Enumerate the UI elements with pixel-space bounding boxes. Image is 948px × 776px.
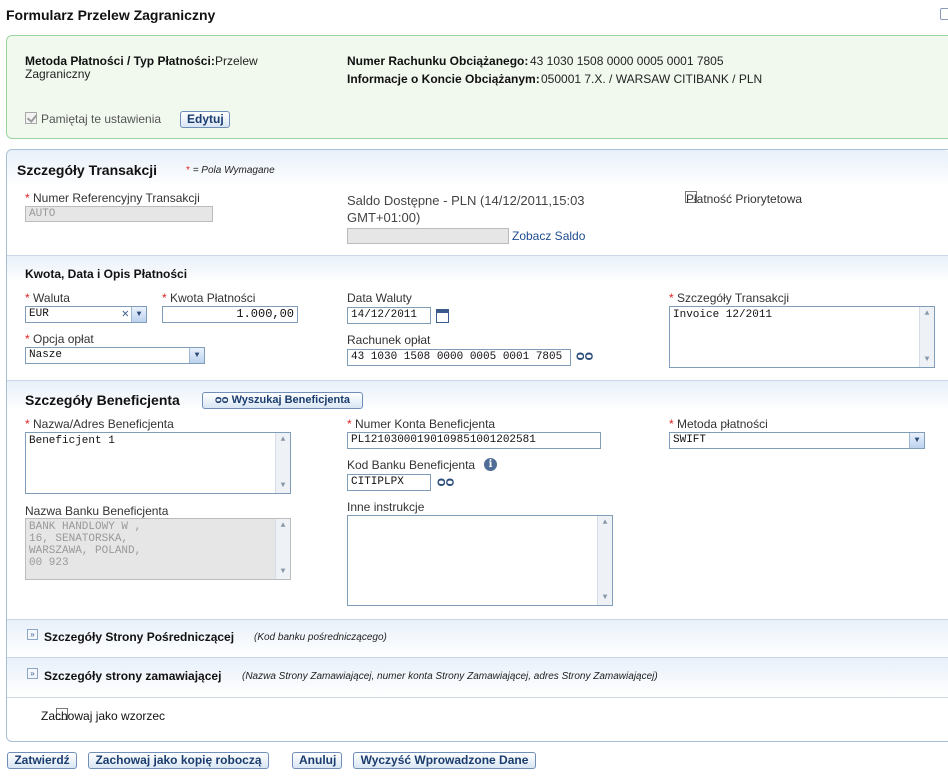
amount-label: * Kwota Płatności <box>162 291 256 305</box>
amount-subsection-title: Kwota, Data i Opis Płatności <box>25 267 188 281</box>
value-date-input[interactable]: 14/12/2011 <box>347 307 431 324</box>
fee-option-label: * Opcja opłat <box>25 332 94 346</box>
ref-number-label: * Numer Referencyjny Transakcji <box>25 191 200 205</box>
chevron-down-icon[interactable]: ▼ <box>909 433 924 448</box>
beneficiary-name-textarea[interactable]: Beneficjent 1 ▲ ▼ <box>25 432 291 494</box>
clear-form-button[interactable]: Wyczyść Wprowadzone Dane <box>353 752 536 769</box>
search-beneficiary-button[interactable]: ᴑᴑ Wyszukaj Beneficjenta <box>202 392 363 409</box>
debit-account-info-label: Informacje o Koncie Obciążanym: <box>347 72 540 86</box>
transaction-section-title: Szczegóły Transakcji <box>17 162 158 178</box>
other-instructions-label: Inne instrukcje <box>347 500 425 514</box>
edit-settings-button[interactable]: Edytuj <box>180 111 230 128</box>
payment-method-label: Metoda Płatności / Typ Płatności: <box>25 54 215 68</box>
intermediary-section-title[interactable]: Szczegóły Strony Pośredniczącej <box>44 630 234 644</box>
chevron-down-icon[interactable]: ▼ <box>189 348 204 363</box>
fee-option-select[interactable]: Nasze ▼ <box>25 347 205 364</box>
transaction-details-textarea[interactable]: Invoice 12/2011 ▲ ▼ <box>669 306 935 368</box>
vertical-scrollbar[interactable]: ▲ ▼ <box>275 433 290 493</box>
beneficiary-name-label: * Nazwa/Adres Beneficjenta <box>25 417 174 431</box>
scroll-down-icon: ▼ <box>602 593 608 602</box>
fee-account-label: Rachunek opłat <box>347 333 431 347</box>
other-instructions-textarea[interactable]: ▲ ▼ <box>347 515 613 606</box>
expand-chevron-icon[interactable]: » <box>27 668 38 679</box>
scroll-down-icon: ▼ <box>280 567 286 576</box>
remember-settings-checkbox[interactable] <box>25 112 37 124</box>
amount-input[interactable]: 1.000,00 <box>162 306 298 323</box>
info-icon[interactable]: i <box>484 458 497 471</box>
divider <box>7 697 948 698</box>
bank-name-label: Nazwa Banku Beneficjenta <box>25 504 169 518</box>
remember-settings-label: Pamiętaj te ustawienia <box>41 112 162 126</box>
bank-name-textarea: BANK HANDLOWY W , 16, SENATORSKA, WARSZA… <box>25 518 291 580</box>
value-date-label: Data Waluty <box>347 291 412 305</box>
binoculars-icon: ᴑᴑ <box>214 394 232 406</box>
balance-label-line2: GMT+01:00) <box>347 210 421 225</box>
scroll-down-icon: ▼ <box>280 481 286 490</box>
scroll-up-icon: ▲ <box>280 521 286 530</box>
binoculars-icon[interactable]: ᴑᴑ <box>576 347 593 363</box>
currency-select[interactable]: EUR ✕ ▼ <box>25 306 147 323</box>
payment-method-value-line2: Zagraniczny <box>25 67 91 81</box>
cancel-button[interactable]: Anuluj <box>292 752 342 769</box>
balance-label-line1: Saldo Dostępne - PLN (14/12/2011,15:03 <box>347 193 585 208</box>
ordering-note: (Nazwa Strony Zamawiającej, numer konta … <box>242 671 658 682</box>
beneficiary-account-input[interactable]: PL12103000190109851001202581 <box>347 432 601 449</box>
debit-account-label: Numer Rachunku Obciążanego: <box>347 54 529 68</box>
binoculars-icon[interactable]: ᴑᴑ <box>437 473 454 489</box>
calendar-icon[interactable] <box>436 309 449 323</box>
bank-code-label: Kod Banku Beneficjenta <box>347 458 476 472</box>
scroll-up-icon: ▲ <box>924 309 930 318</box>
balance-display <box>347 228 509 244</box>
see-balance-link[interactable]: Zobacz Saldo <box>512 229 585 243</box>
clear-currency-icon[interactable]: ✕ <box>122 307 129 322</box>
payment-method-field-label: * Metoda płatności <box>669 417 768 431</box>
beneficiary-section-title: Szczegóły Beneficjenta <box>25 392 180 408</box>
payment-method-select[interactable]: SWIFT ▼ <box>669 432 925 449</box>
debit-account-info-value: 050001 7.X. / WARSAW CITIBANK / PLN <box>541 72 763 86</box>
required-fields-note: * = Pola Wymagane <box>186 165 275 176</box>
save-as-template-label: Zachowaj jako wzorzec <box>41 709 166 723</box>
save-draft-button[interactable]: Zachowaj jako kopię roboczą <box>88 752 269 769</box>
bank-code-input[interactable]: CITIPLPX <box>347 474 431 491</box>
fee-account-input[interactable]: 43 1030 1508 0000 0005 0001 7805 <box>347 349 571 366</box>
chevron-down-icon[interactable]: ▼ <box>131 307 146 322</box>
scroll-down-icon: ▼ <box>924 355 930 364</box>
approve-button[interactable]: Zatwierdź <box>7 752 77 769</box>
intermediary-note: (Kod banku pośredniczącego) <box>254 632 387 643</box>
beneficiary-account-label: * Numer Konta Beneficjenta <box>347 417 496 431</box>
vertical-scrollbar[interactable]: ▲ ▼ <box>597 516 612 605</box>
vertical-scrollbar[interactable]: ▲ ▼ <box>919 307 934 367</box>
window-toggle-icon[interactable] <box>940 8 948 20</box>
expand-chevron-icon[interactable]: » <box>27 629 38 640</box>
page-title: Formularz Przelew Zagraniczny <box>6 7 216 23</box>
scroll-up-icon: ▲ <box>602 518 608 527</box>
scroll-up-icon: ▲ <box>280 435 286 444</box>
transaction-details-label: * Szczegóły Transakcji <box>669 291 790 305</box>
currency-label: * Waluta <box>25 291 70 305</box>
ref-number-input[interactable]: AUTO <box>25 206 213 222</box>
debit-account-value: 43 1030 1508 0000 0005 0001 7805 <box>530 54 724 68</box>
payment-method-value-line1: Przelew <box>215 54 258 68</box>
ordering-section-title[interactable]: Szczegóły strony zamawiającej <box>44 669 221 683</box>
priority-payment-label: Płatność Priorytetowa <box>686 192 803 206</box>
vertical-scrollbar: ▲ ▼ <box>275 519 290 579</box>
